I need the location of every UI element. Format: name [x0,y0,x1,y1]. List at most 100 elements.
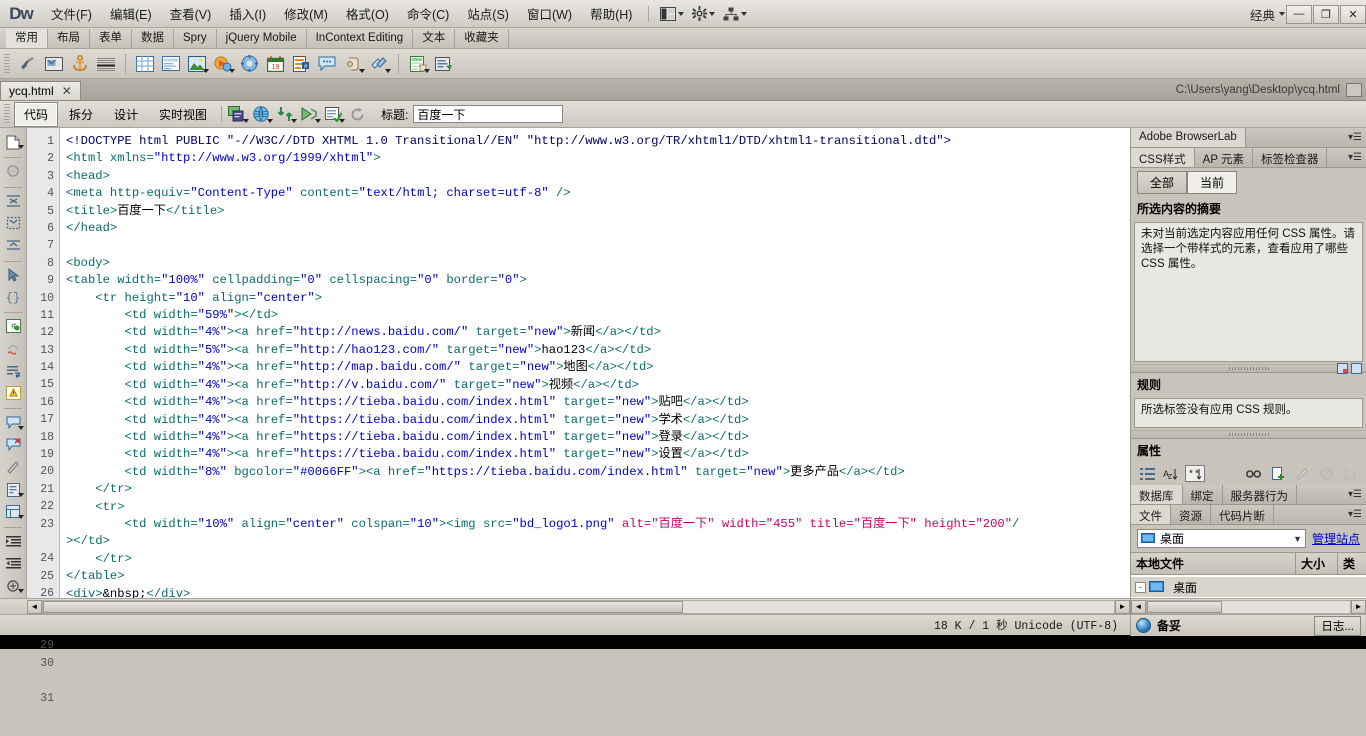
category-view-icon[interactable] [1137,465,1157,482]
files-scroll-left-arrow[interactable]: ◄ [1131,599,1146,614]
table-icon[interactable] [133,52,157,76]
template-icon[interactable] [406,52,430,76]
insert-tab-layout[interactable]: 布局 [48,29,90,48]
toolbar-gripper[interactable] [4,104,10,124]
insert-tab-jquery-mobile[interactable]: jQuery Mobile [217,29,307,48]
gear-icon[interactable] [688,4,719,23]
panel-splitter[interactable] [1131,363,1366,374]
expander-icon[interactable]: - [1135,581,1146,593]
panel-tab-files[interactable]: 文件 [1131,505,1171,524]
tree-item-desktop[interactable]: - 桌面 [1131,577,1366,597]
panel-tab-bindings[interactable]: 绑定 [1183,485,1223,504]
insert-tab-favorites[interactable]: 收藏夹 [455,29,509,48]
page-title-input[interactable] [413,105,564,123]
tag-chooser-icon[interactable] [432,52,456,76]
workspace-selector[interactable]: 经典 [1246,5,1279,24]
view-button-code[interactable]: 代码 [14,101,59,127]
new-css-rule-icon[interactable] [1268,465,1288,482]
menu-edit[interactable]: 编辑(E) [101,0,161,27]
server-side-include-icon[interactable]: # [289,52,313,76]
hyperlink-icon[interactable] [16,52,40,76]
format-source-code-icon[interactable] [2,576,24,596]
media-icon[interactable] [211,52,235,76]
close-icon[interactable]: ✕ [62,84,72,98]
head-tag-icon[interactable] [341,52,365,76]
insert-tab-data[interactable]: 数据 [132,29,174,48]
restore-button[interactable]: ❐ [1313,4,1339,24]
panel-tab-assets[interactable]: 资源 [1171,505,1211,524]
panel-tab-browserlab[interactable]: Adobe BrowserLab [1131,128,1246,147]
view-button-design[interactable]: 设计 [104,102,148,127]
insert-tab-text[interactable]: 文本 [413,29,456,48]
word-wrap-icon[interactable] [2,361,24,381]
widget-icon[interactable] [237,52,261,76]
attach-style-sheet-icon[interactable] [1244,465,1264,482]
column-local-files[interactable]: 本地文件 [1131,553,1296,574]
manage-sites-link[interactable]: 管理站点 [1312,530,1360,547]
code-editor[interactable]: <!DOCTYPE html PUBLIC "-//W3C//DTD XHTML… [60,128,1130,598]
date-icon[interactable]: 19 [263,52,287,76]
column-size[interactable]: 大小 [1296,553,1338,574]
menu-commands[interactable]: 命令(C) [398,0,458,27]
panel-tab-snippets[interactable]: 代码片断 [1211,505,1274,524]
panel-tab-tag-inspector[interactable]: 标签检查器 [1253,148,1328,167]
refresh-icon[interactable] [345,102,369,126]
check-browser-icon[interactable] [321,102,346,126]
script-icon[interactable] [367,52,391,76]
view-button-live[interactable]: 实时视图 [149,102,217,127]
log-button[interactable]: 日志... [1314,615,1361,636]
menu-insert[interactable]: 插入(I) [220,0,275,27]
collapse-full-tag-icon[interactable] [2,191,24,211]
outdent-code-icon[interactable] [2,553,24,573]
document-tab-ycq[interactable]: ycq.html ✕ [0,81,81,100]
menu-help[interactable]: 帮助(H) [581,0,641,27]
panel-options-menu[interactable]: ▾☰ [1348,485,1366,504]
comment-icon[interactable] [315,52,339,76]
list-view-icon[interactable]: AZ [1161,465,1181,482]
site-selector[interactable]: 桌面 ▼ [1137,529,1306,548]
layout-switcher-icon[interactable] [656,5,688,23]
css-scope-current-button[interactable]: 当前 [1187,171,1238,194]
panel-options-menu[interactable]: ▾☰ [1348,128,1366,147]
collapse-selection-icon[interactable] [2,213,24,233]
menu-site[interactable]: 站点(S) [458,0,518,27]
scrollbar-thumb[interactable] [1147,600,1222,613]
file-management-icon[interactable] [273,102,298,126]
balance-braces-icon[interactable]: {} [2,287,24,307]
chevron-down-icon[interactable] [1279,12,1285,16]
maximize-document-button[interactable] [1346,83,1362,97]
css-scope-all-button[interactable]: 全部 [1137,171,1188,194]
highlight-invalid-code-icon[interactable] [2,338,24,358]
files-horizontal-scrollbar[interactable] [1146,599,1351,614]
panel-tab-ap-elements[interactable]: AP 元素 [1195,148,1253,167]
menu-file[interactable]: 文件(F) [42,0,101,27]
horizontal-rule-icon[interactable] [94,52,118,76]
file-tree[interactable]: - 桌面 + 此电脑 + 网络 + [1131,575,1366,598]
menu-window[interactable]: 窗口(W) [518,0,581,27]
live-code-icon[interactable] [225,102,250,126]
column-type[interactable]: 类 [1338,553,1366,574]
toolbar-gripper[interactable] [4,53,10,74]
panel-options-menu[interactable]: ▾☰ [1348,505,1366,524]
wrap-tag-icon[interactable] [2,457,24,477]
open-documents-icon[interactable] [2,132,24,152]
validate-icon[interactable] [297,102,322,126]
minimize-button[interactable]: — [1286,4,1312,24]
menu-format[interactable]: 格式(O) [337,0,398,27]
insert-tab-incontext-editing[interactable]: InContext Editing [307,29,414,48]
select-parent-tag-icon[interactable] [2,264,24,284]
panel-tab-css-styles[interactable]: CSS样式 [1131,148,1195,167]
line-numbers-icon[interactable]: # [2,316,24,336]
syntax-error-alerts-icon[interactable] [2,383,24,403]
view-button-split[interactable]: 拆分 [59,102,103,127]
menu-modify[interactable]: 修改(M) [275,0,337,27]
indent-code-icon[interactable] [2,531,24,551]
menu-view[interactable]: 查看(V) [161,0,221,27]
panel-splitter[interactable] [1131,430,1366,439]
insert-tab-spry[interactable]: Spry [174,29,217,48]
code-content[interactable]: <!DOCTYPE html PUBLIC "-//W3C//DTD XHTML… [60,128,1130,598]
insert-tab-forms[interactable]: 表单 [90,29,132,48]
scroll-left-arrow[interactable]: ◄ [27,599,42,614]
preview-browser-icon[interactable] [249,102,274,126]
connect-globe-icon[interactable] [1136,618,1151,633]
